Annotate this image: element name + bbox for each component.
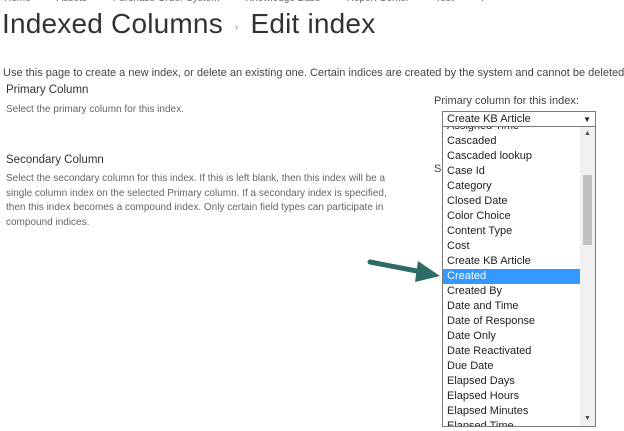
scrollbar-thumb[interactable] [583,175,592,245]
list-item[interactable]: Content Type [443,224,581,239]
chevron-down-icon[interactable]: ▼ [583,113,591,126]
list-item[interactable]: Cascaded [443,134,581,149]
list-item[interactable]: Category [443,179,581,194]
list-item[interactable]: Closed Date [443,194,581,209]
list-item[interactable]: Elapsed Minutes [443,404,581,419]
secondary-section-description: Select the secondary column for this ind… [6,173,387,228]
topnav-item[interactable]: Home [4,0,31,5]
page-title: Indexed Columns › Edit index [2,8,375,40]
primary-column-label: Primary column for this index: [434,95,579,107]
secondary-column-label: Se [434,163,442,175]
secondary-section-title: Secondary Column [6,154,104,166]
top-navigation: Home Assets Purchase Order System Knowledge… [4,0,484,5]
breadcrumb-parent[interactable]: Indexed Columns [2,8,223,40]
vertical-scrollbar[interactable]: ▲ ▼ [580,127,595,426]
primary-column-select-value: Create KB Article [447,113,531,125]
breadcrumb-current: Edit index [250,8,376,39]
list-item[interactable]: Assigned Time [443,127,581,134]
primary-section-title: Primary Column [6,84,89,96]
list-item[interactable]: Date Reactivated [443,344,581,359]
list-item[interactable]: Elapsed Hours [443,389,581,404]
topnav-item[interactable]: Test [435,0,453,5]
list-item[interactable]: Cost [443,239,581,254]
primary-column-options-list[interactable]: Assigned TimeCascadedCascaded lookupCase… [442,127,596,427]
primary-section-description: Select the primary column for this index… [6,104,184,115]
primary-column-select[interactable]: Create KB Article ▼ [442,111,596,127]
scroll-down-icon[interactable]: ▼ [580,412,595,426]
list-item[interactable]: Due Date [443,359,581,374]
topnav-item[interactable]: Report Center [346,0,409,5]
topnav-item[interactable]: Knowledge Base [245,0,320,5]
annotation-arrow-icon [367,259,440,282]
topnav-item[interactable]: Assets [57,0,87,5]
list-item[interactable]: Date Only [443,329,581,344]
breadcrumb-separator-icon: › [234,21,239,33]
topnav-item[interactable]: Test [480,0,484,5]
topnav-item[interactable]: Purchase Order System [113,0,220,5]
list-item[interactable]: Cascaded lookup [443,149,581,164]
list-item[interactable]: Created By [443,284,581,299]
list-item[interactable]: Case Id [443,164,581,179]
intro-text: Use this page to create a new index, or … [3,67,624,79]
list-item[interactable]: Create KB Article [443,254,581,269]
list-item[interactable]: Elapsed Time [443,419,581,426]
list-item[interactable]: Color Choice [443,209,581,224]
list-item[interactable]: Date and Time [443,299,581,314]
list-item[interactable]: Elapsed Days [443,374,581,389]
options-container: Assigned TimeCascadedCascaded lookupCase… [443,127,581,426]
list-item[interactable]: Date of Response [443,314,581,329]
scroll-up-icon[interactable]: ▲ [580,127,595,141]
list-item[interactable]: Created [443,269,581,284]
